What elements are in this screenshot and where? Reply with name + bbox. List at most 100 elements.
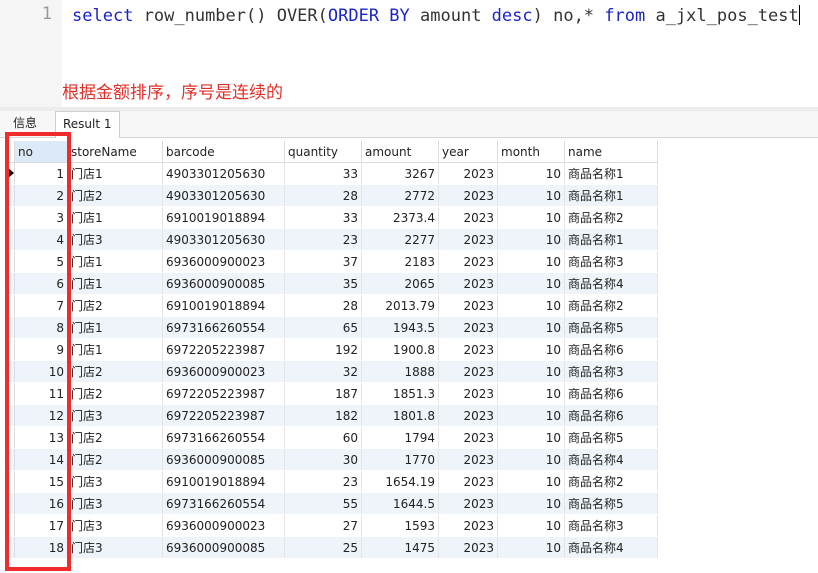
- cell-month[interactable]: 10: [497, 382, 565, 405]
- cell-storename[interactable]: 门店1: [67, 206, 163, 229]
- cell-name[interactable]: 商品名称4: [564, 448, 658, 471]
- cell-month[interactable]: 10: [497, 162, 565, 185]
- cell-name[interactable]: 商品名称1: [564, 162, 658, 185]
- table-row[interactable]: 11 门店2 6972205223987 187 1851.3 2023 10 商品名称6: [8, 382, 658, 405]
- cell-quantity[interactable]: 28: [284, 184, 362, 207]
- cell-month[interactable]: 10: [497, 316, 565, 339]
- cell-no[interactable]: 18: [14, 536, 68, 559]
- cell-barcode[interactable]: 4903301205630: [162, 184, 285, 207]
- cell-barcode[interactable]: 4903301205630: [162, 162, 285, 185]
- cell-name[interactable]: 商品名称1: [564, 184, 658, 207]
- cell-month[interactable]: 10: [497, 404, 565, 427]
- cell-month[interactable]: 10: [497, 360, 565, 383]
- cell-no[interactable]: 4: [14, 228, 68, 251]
- cell-name[interactable]: 商品名称4: [564, 536, 658, 559]
- cell-quantity[interactable]: 35: [284, 272, 362, 295]
- cell-month[interactable]: 10: [497, 206, 565, 229]
- cell-barcode[interactable]: 6910019018894: [162, 294, 285, 317]
- cell-storename[interactable]: 门店1: [67, 338, 163, 361]
- cell-name[interactable]: 商品名称3: [564, 250, 658, 273]
- cell-quantity[interactable]: 65: [284, 316, 362, 339]
- table-row[interactable]: 9 门店1 6972205223987 192 1900.8 2023 10 商品名称6: [8, 338, 658, 361]
- cell-no[interactable]: 5: [14, 250, 68, 273]
- table-row[interactable]: 18 门店3 6936000900085 25 1475 2023 10 商品名称4: [8, 536, 658, 559]
- table-row[interactable]: 1 门店1 4903301205630 33 3267 2023 10 商品名称1: [8, 162, 658, 185]
- cell-storename[interactable]: 门店3: [67, 492, 163, 515]
- table-row[interactable]: 4 门店3 4903301205630 23 2277 2023 10 商品名称1: [8, 228, 658, 251]
- cell-storename[interactable]: 门店2: [67, 294, 163, 317]
- cell-amount[interactable]: 1593: [361, 514, 439, 537]
- cell-amount[interactable]: 1851.3: [361, 382, 439, 405]
- table-row[interactable]: 14 门店2 6936000900085 30 1770 2023 10 商品名称4: [8, 448, 658, 471]
- table-row[interactable]: 15 门店3 6910019018894 23 1654.19 2023 10 商品名称2: [8, 470, 658, 493]
- cell-storename[interactable]: 门店3: [67, 228, 163, 251]
- cell-quantity[interactable]: 60: [284, 426, 362, 449]
- cell-quantity[interactable]: 37: [284, 250, 362, 273]
- cell-month[interactable]: 10: [497, 426, 565, 449]
- cell-month[interactable]: 10: [497, 184, 565, 207]
- cell-year[interactable]: 2023: [438, 250, 498, 273]
- cell-barcode[interactable]: 6973166260554: [162, 492, 285, 515]
- cell-quantity[interactable]: 187: [284, 382, 362, 405]
- cell-quantity[interactable]: 33: [284, 206, 362, 229]
- table-row[interactable]: 2 门店2 4903301205630 28 2772 2023 10 商品名称1: [8, 184, 658, 207]
- table-row[interactable]: 7 门店2 6910019018894 28 2013.79 2023 10 商品名称2: [8, 294, 658, 317]
- table-row[interactable]: 10 门店2 6936000900023 32 1888 2023 10 商品名称3: [8, 360, 658, 383]
- cell-amount[interactable]: 1888: [361, 360, 439, 383]
- cell-year[interactable]: 2023: [438, 360, 498, 383]
- cell-barcode[interactable]: 6936000900085: [162, 536, 285, 559]
- cell-no[interactable]: 8: [14, 316, 68, 339]
- cell-month[interactable]: 10: [497, 536, 565, 559]
- cell-storename[interactable]: 门店1: [67, 250, 163, 273]
- cell-name[interactable]: 商品名称4: [564, 272, 658, 295]
- cell-barcode[interactable]: 6936000900023: [162, 250, 285, 273]
- cell-month[interactable]: 10: [497, 448, 565, 471]
- cell-no[interactable]: 10: [14, 360, 68, 383]
- cell-no[interactable]: 7: [14, 294, 68, 317]
- cell-name[interactable]: 商品名称6: [564, 404, 658, 427]
- cell-no[interactable]: 16: [14, 492, 68, 515]
- table-row[interactable]: 13 门店2 6973166260554 60 1794 2023 10 商品名称5: [8, 426, 658, 449]
- cell-storename[interactable]: 门店1: [67, 162, 163, 185]
- table-row[interactable]: 8 门店1 6973166260554 65 1943.5 2023 10 商品名称5: [8, 316, 658, 339]
- cell-barcode[interactable]: 6972205223987: [162, 338, 285, 361]
- cell-barcode[interactable]: 6910019018894: [162, 470, 285, 493]
- cell-year[interactable]: 2023: [438, 272, 498, 295]
- cell-month[interactable]: 10: [497, 492, 565, 515]
- tab-info[interactable]: 信息: [6, 111, 44, 136]
- cell-amount[interactable]: 1654.19: [361, 470, 439, 493]
- cell-year[interactable]: 2023: [438, 426, 498, 449]
- cell-amount[interactable]: 1475: [361, 536, 439, 559]
- cell-year[interactable]: 2023: [438, 536, 498, 559]
- cell-no[interactable]: 3: [14, 206, 68, 229]
- table-row[interactable]: 5 门店1 6936000900023 37 2183 2023 10 商品名称3: [8, 250, 658, 273]
- cell-barcode[interactable]: 4903301205630: [162, 228, 285, 251]
- cell-storename[interactable]: 门店1: [67, 272, 163, 295]
- cell-no[interactable]: 6: [14, 272, 68, 295]
- cell-barcode[interactable]: 6910019018894: [162, 206, 285, 229]
- cell-no[interactable]: 14: [14, 448, 68, 471]
- cell-year[interactable]: 2023: [438, 316, 498, 339]
- cell-year[interactable]: 2023: [438, 492, 498, 515]
- cell-year[interactable]: 2023: [438, 514, 498, 537]
- cell-quantity[interactable]: 28: [284, 294, 362, 317]
- cell-year[interactable]: 2023: [438, 294, 498, 317]
- cell-name[interactable]: 商品名称3: [564, 360, 658, 383]
- cell-storename[interactable]: 门店2: [67, 426, 163, 449]
- cell-year[interactable]: 2023: [438, 184, 498, 207]
- cell-no[interactable]: 1: [14, 162, 68, 185]
- cell-name[interactable]: 商品名称2: [564, 294, 658, 317]
- cell-no[interactable]: 9: [14, 338, 68, 361]
- column-header-month[interactable]: month: [497, 141, 565, 163]
- cell-amount[interactable]: 2373.4: [361, 206, 439, 229]
- cell-amount[interactable]: 3267: [361, 162, 439, 185]
- cell-no[interactable]: 12: [14, 404, 68, 427]
- tab-result-1[interactable]: Result 1: [55, 111, 120, 138]
- cell-amount[interactable]: 2183: [361, 250, 439, 273]
- cell-amount[interactable]: 2772: [361, 184, 439, 207]
- cell-name[interactable]: 商品名称2: [564, 470, 658, 493]
- cell-name[interactable]: 商品名称5: [564, 492, 658, 515]
- cell-name[interactable]: 商品名称3: [564, 514, 658, 537]
- cell-quantity[interactable]: 192: [284, 338, 362, 361]
- table-row[interactable]: 17 门店3 6936000900023 27 1593 2023 10 商品名称3: [8, 514, 658, 537]
